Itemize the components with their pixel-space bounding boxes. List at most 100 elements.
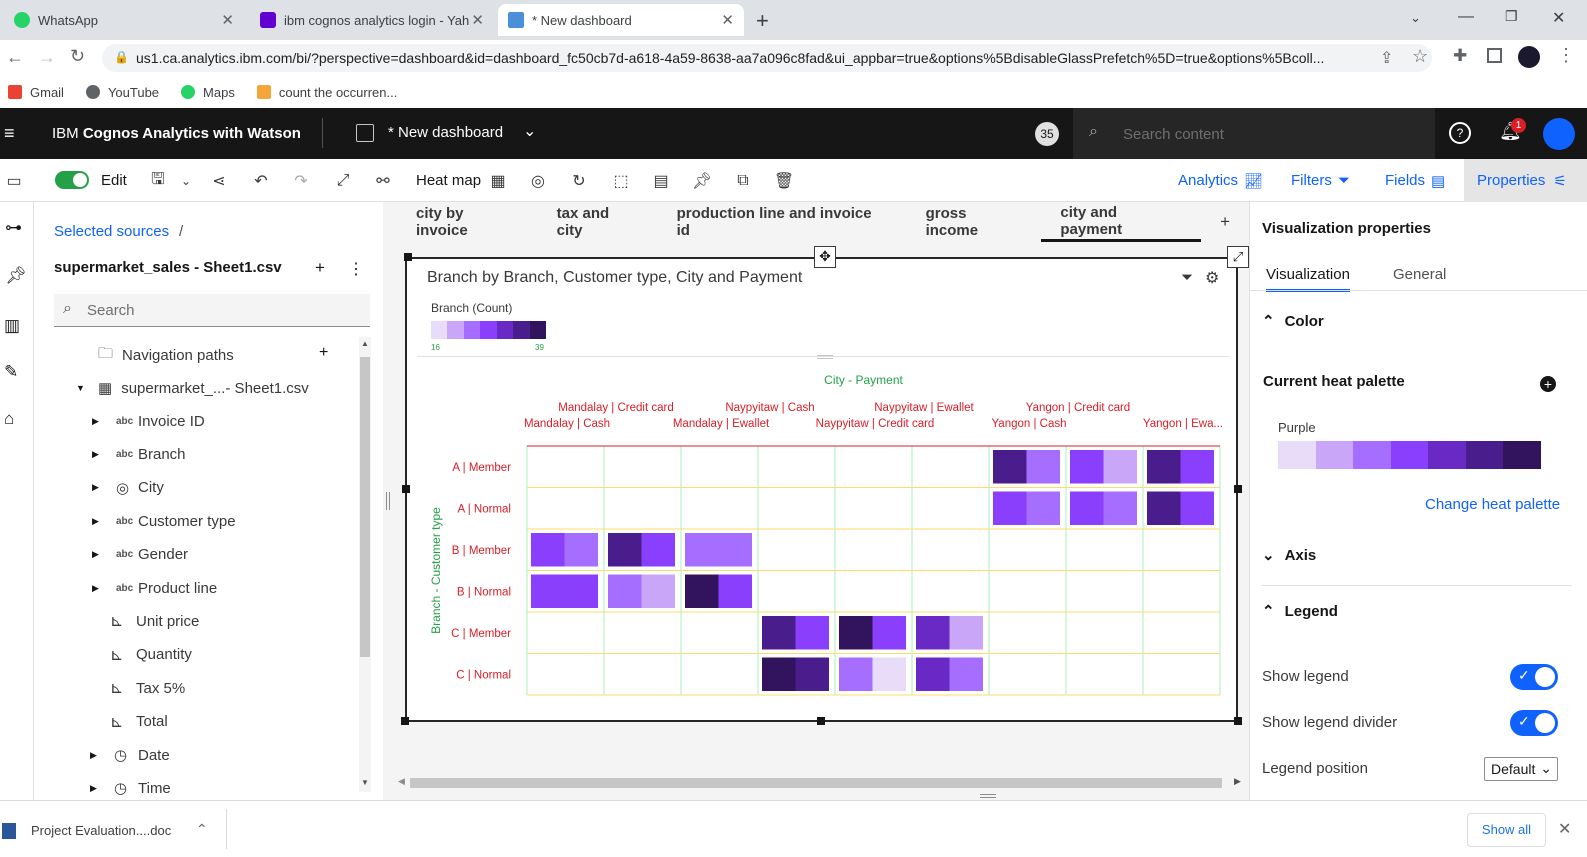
assistant-icon[interactable]: ⌂ bbox=[4, 409, 14, 429]
pin-icon[interactable]: 📌︎ bbox=[5, 266, 27, 286]
tab-city-by-invoice[interactable]: city by invoice bbox=[397, 202, 538, 242]
resize-handle[interactable] bbox=[1234, 485, 1242, 493]
add-icon[interactable]: + bbox=[315, 258, 325, 278]
scrollbar-track[interactable]: ▲ ▼ bbox=[359, 337, 371, 792]
color-section-toggle[interactable]: ⌃ Color bbox=[1262, 312, 1324, 330]
download-file-name[interactable]: Project Evaluation....doc bbox=[31, 823, 171, 838]
heatmap-icon[interactable]: ▦ bbox=[488, 171, 508, 191]
tab-general[interactable]: General bbox=[1393, 266, 1446, 283]
sidepanel-icon[interactable] bbox=[1487, 48, 1502, 63]
minimize-icon[interactable]: — bbox=[1458, 8, 1474, 26]
extensions-icon[interactable]: ✚ bbox=[1453, 46, 1467, 66]
field-item[interactable]: ▶ abc Customer type bbox=[92, 506, 236, 536]
tab-production-line[interactable]: production line and invoice id bbox=[658, 202, 907, 242]
field-item[interactable]: ▶ abc Product line bbox=[92, 573, 217, 603]
add-palette-icon[interactable]: + bbox=[1540, 376, 1556, 392]
pin-icon[interactable]: 📌︎ bbox=[692, 171, 712, 191]
scroll-up-icon[interactable]: ▲ bbox=[361, 339, 369, 348]
heatmap-widget[interactable]: Branch by Branch, Customer type, City an… bbox=[405, 257, 1238, 722]
chevron-down-icon[interactable]: ⌄ bbox=[523, 121, 536, 141]
undo-icon[interactable]: ↶ bbox=[251, 171, 271, 191]
resize-handle[interactable] bbox=[404, 253, 412, 261]
canvas-h-scrollbar[interactable]: ◀ ▶ bbox=[394, 775, 1247, 791]
select-icon[interactable]: ⬚ bbox=[611, 171, 631, 191]
connect-icon[interactable]: ⚯ bbox=[373, 171, 393, 191]
edit-toggle[interactable] bbox=[55, 171, 89, 189]
user-avatar[interactable] bbox=[1543, 118, 1575, 150]
share-icon[interactable]: ⋖ bbox=[209, 171, 229, 191]
source-search-input[interactable]: ⌕ Search bbox=[54, 294, 370, 327]
navigation-paths-item[interactable]: 🗀 Navigation paths bbox=[98, 340, 234, 370]
bookmark-gmail[interactable]: Gmail bbox=[8, 85, 64, 100]
show-legend-toggle[interactable]: ✓ bbox=[1510, 664, 1558, 690]
forward-icon[interactable]: → bbox=[38, 47, 56, 68]
analytics-button[interactable]: Analytics 📈︎ bbox=[1178, 159, 1263, 202]
move-handle-icon[interactable]: ✥ bbox=[814, 246, 836, 268]
url-field[interactable]: 🔒 us1.ca.analytics.ibm.com/bi/?perspecti… bbox=[102, 44, 1432, 72]
save-icon[interactable]: 🖫 bbox=[148, 171, 168, 191]
profile-avatar[interactable] bbox=[1518, 46, 1540, 68]
scroll-left-icon[interactable]: ◀ bbox=[398, 776, 405, 787]
widgets-icon[interactable]: ✎ bbox=[4, 362, 18, 382]
table-icon[interactable]: ▤ bbox=[651, 171, 671, 191]
browser-tab-dashboard[interactable]: * New dashboard ✕ bbox=[498, 4, 744, 36]
overflow-menu-icon[interactable]: ⋮ bbox=[348, 259, 364, 279]
new-tab-button[interactable]: + bbox=[756, 8, 769, 34]
settings-icon[interactable]: ⚙ bbox=[1205, 268, 1219, 288]
help-icon[interactable]: ? bbox=[1449, 122, 1471, 144]
field-item[interactable]: ⊾ Tax 5% bbox=[110, 673, 185, 703]
tab-city-and-payment[interactable]: city and payment bbox=[1041, 202, 1202, 242]
comment-icon[interactable]: ▭ bbox=[4, 171, 24, 191]
browser-tab-yahoo[interactable]: ibm cognos analytics login - Yah ✕ bbox=[250, 4, 494, 36]
show-legend-divider-toggle[interactable]: ✓ bbox=[1510, 710, 1558, 736]
change-palette-link[interactable]: Change heat palette bbox=[1425, 496, 1560, 513]
close-icon[interactable]: ✕ bbox=[221, 11, 234, 29]
resize-handle[interactable] bbox=[817, 717, 825, 725]
expand-icon[interactable]: ⤢ bbox=[333, 171, 353, 191]
bar-chart-icon[interactable]: ▥ bbox=[4, 316, 20, 336]
data-tree-icon[interactable]: ⊶ bbox=[5, 218, 22, 238]
legend-position-select[interactable]: Default ⌄ bbox=[1484, 757, 1558, 781]
close-icon[interactable]: ✕ bbox=[471, 11, 484, 29]
close-icon[interactable]: ✕ bbox=[721, 11, 734, 29]
add-icon[interactable]: + bbox=[319, 344, 328, 362]
back-icon[interactable]: ← bbox=[6, 47, 24, 68]
field-item[interactable]: ⊾ Total bbox=[110, 707, 168, 737]
resize-handle[interactable] bbox=[401, 717, 409, 725]
palette-swatch[interactable] bbox=[1278, 441, 1542, 469]
tab-visualization[interactable]: Visualization bbox=[1266, 266, 1350, 292]
maximize-icon[interactable]: ⤢ bbox=[1227, 246, 1249, 268]
browser-tab-whatsapp[interactable]: WhatsApp ✕ bbox=[4, 4, 244, 36]
drill-icon[interactable]: ↻ bbox=[569, 171, 589, 191]
breadcrumb-selected-sources[interactable]: Selected sources bbox=[54, 223, 169, 240]
trash-icon[interactable]: 🗑︎ bbox=[774, 171, 794, 191]
close-download-bar-icon[interactable]: ✕ bbox=[1558, 819, 1571, 839]
field-item[interactable]: ▶ ◷ Date bbox=[90, 740, 170, 770]
bookmark-count[interactable]: count the occurren... bbox=[256, 85, 397, 100]
add-tab-button[interactable]: + bbox=[1201, 202, 1249, 242]
scrollbar-thumb[interactable] bbox=[410, 778, 1222, 788]
show-all-button[interactable]: Show all bbox=[1467, 813, 1546, 847]
resize-handle[interactable] bbox=[402, 485, 410, 493]
field-item[interactable]: ▶ ◎ City bbox=[92, 473, 164, 503]
panel-resize-handle[interactable] bbox=[980, 794, 996, 798]
duplicate-icon[interactable]: ⧉ bbox=[733, 171, 753, 191]
restore-icon[interactable]: ❐ bbox=[1505, 8, 1518, 25]
scroll-right-icon[interactable]: ▶ bbox=[1234, 776, 1241, 787]
palette-icon[interactable]: ◎ bbox=[528, 171, 548, 191]
legend-section-toggle[interactable]: ⌃ Legend bbox=[1262, 602, 1338, 620]
field-item[interactable]: ⊾ Unit price bbox=[110, 606, 199, 636]
tab-search-icon[interactable]: ⌄ bbox=[1410, 10, 1421, 26]
assistant-badge[interactable]: 35 bbox=[1035, 122, 1059, 146]
share-icon[interactable]: ⇪ bbox=[1380, 48, 1393, 68]
axis-section-toggle[interactable]: ⌄ Axis bbox=[1262, 546, 1316, 564]
scrollbar-thumb[interactable] bbox=[360, 357, 370, 657]
browser-menu-icon[interactable]: ⋮ bbox=[1557, 45, 1575, 66]
table-item[interactable]: ▼ ▦ supermarket_...- Sheet1.csv bbox=[76, 373, 309, 403]
bookmark-youtube[interactable]: YouTube bbox=[85, 85, 159, 100]
redo-icon[interactable]: ↷ bbox=[291, 171, 311, 191]
resize-handle[interactable] bbox=[1234, 717, 1242, 725]
filters-button[interactable]: Filters ⏷ bbox=[1291, 159, 1350, 202]
resize-handle[interactable] bbox=[386, 492, 390, 510]
reload-icon[interactable]: ↻ bbox=[70, 46, 85, 67]
